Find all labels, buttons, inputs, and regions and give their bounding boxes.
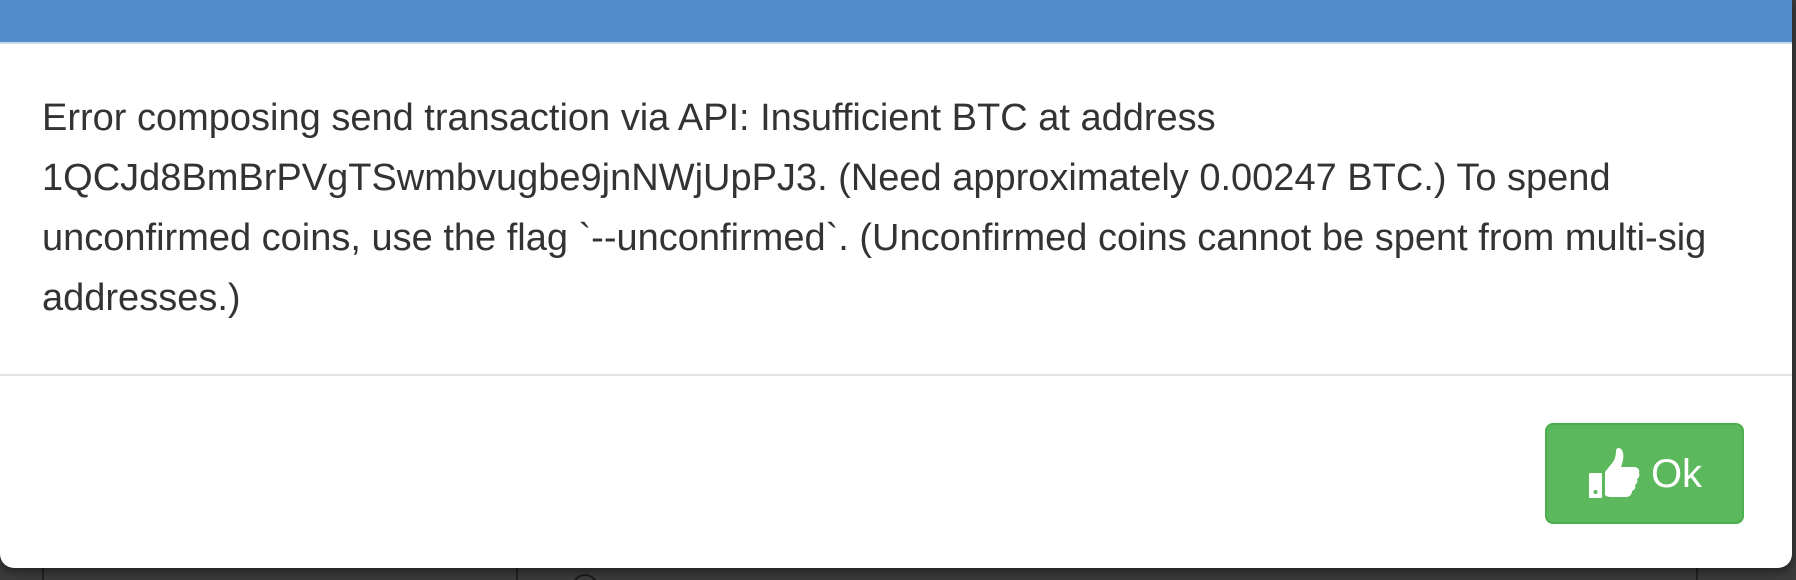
ok-button-label: Ok (1650, 451, 1703, 496)
error-dialog: Error composing send transaction via API… (0, 0, 1792, 568)
dialog-header (0, 0, 1792, 44)
ok-button[interactable]: Ok (1545, 423, 1744, 524)
thumbs-up-icon (1587, 447, 1641, 501)
dialog-message: Error composing send transaction via API… (42, 97, 1707, 319)
dialog-divider (0, 374, 1792, 376)
